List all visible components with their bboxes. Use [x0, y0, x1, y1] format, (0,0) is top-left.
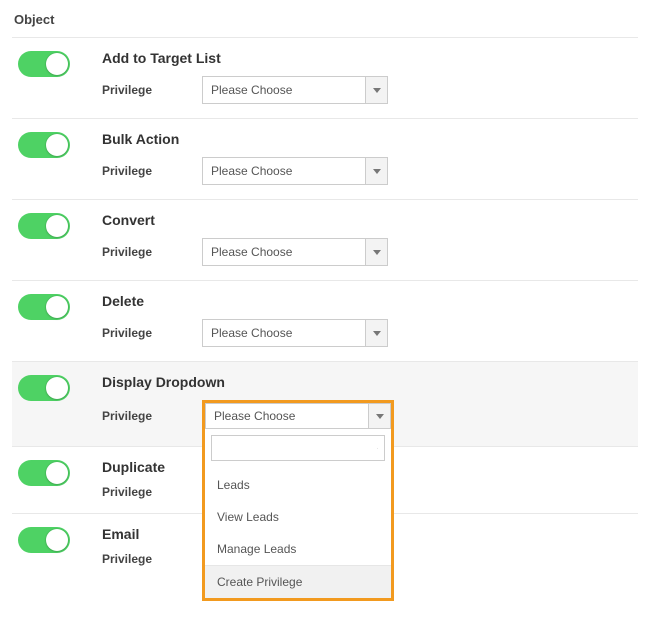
chevron-down-icon — [365, 239, 387, 265]
select-value: Please Choose — [203, 83, 365, 97]
toggle-switch[interactable] — [18, 213, 70, 239]
privilege-select[interactable]: Please Choose — [202, 238, 388, 266]
permission-row-display-dropdown: Display Dropdown Privilege Please Choose — [12, 361, 638, 446]
chevron-down-icon — [365, 77, 387, 103]
chevron-down-icon — [368, 404, 390, 428]
select-value: Please Choose — [203, 245, 365, 259]
select-value: Please Choose — [203, 164, 365, 178]
permission-row-bulk-action: Bulk Action Privilege Please Choose — [12, 118, 638, 199]
chevron-down-icon — [365, 320, 387, 346]
toggle-switch[interactable] — [18, 132, 70, 158]
dropdown-option-leads[interactable]: Leads — [205, 469, 391, 501]
permission-row-convert: Convert Privilege Please Choose — [12, 199, 638, 280]
privilege-label: Privilege — [102, 552, 202, 566]
permission-title: Convert — [102, 212, 632, 228]
privilege-select[interactable]: Please Choose — [202, 319, 388, 347]
section-header: Object — [12, 12, 638, 37]
toggle-switch[interactable] — [18, 294, 70, 320]
dropdown-search-input[interactable] — [218, 436, 377, 460]
dropdown-option-view-leads[interactable]: View Leads — [205, 501, 391, 533]
privilege-label: Privilege — [102, 409, 202, 423]
privilege-label: Privilege — [102, 485, 202, 499]
privilege-select[interactable]: Please Choose — [202, 157, 388, 185]
select-value: Please Choose — [206, 409, 368, 423]
toggle-switch[interactable] — [18, 527, 70, 553]
privilege-label: Privilege — [102, 83, 202, 97]
permission-row-delete: Delete Privilege Please Choose — [12, 280, 638, 361]
privilege-label: Privilege — [102, 326, 202, 340]
dropdown-option-manage-leads[interactable]: Manage Leads — [205, 533, 391, 565]
permission-row-add-to-target-list: Add to Target List Privilege Please Choo… — [12, 37, 638, 118]
dropdown-create-privilege[interactable]: Create Privilege — [205, 565, 391, 598]
privilege-select[interactable]: Please Choose — [205, 403, 391, 429]
select-value: Please Choose — [203, 326, 365, 340]
privilege-select[interactable]: Please Choose — [202, 76, 388, 104]
privilege-dropdown-panel: Leads View Leads Manage Leads Create Pri… — [202, 429, 394, 601]
toggle-switch[interactable] — [18, 460, 70, 486]
search-icon — [377, 442, 378, 455]
permission-title: Add to Target List — [102, 50, 632, 66]
dropdown-search[interactable] — [211, 435, 385, 461]
toggle-switch[interactable] — [18, 375, 70, 401]
privilege-select-open-highlight: Please Choose Leads V — [202, 400, 394, 432]
permission-title: Bulk Action — [102, 131, 632, 147]
permission-title: Delete — [102, 293, 632, 309]
toggle-switch[interactable] — [18, 51, 70, 77]
permission-title: Display Dropdown — [102, 374, 632, 390]
chevron-down-icon — [365, 158, 387, 184]
privilege-label: Privilege — [102, 164, 202, 178]
privilege-label: Privilege — [102, 245, 202, 259]
